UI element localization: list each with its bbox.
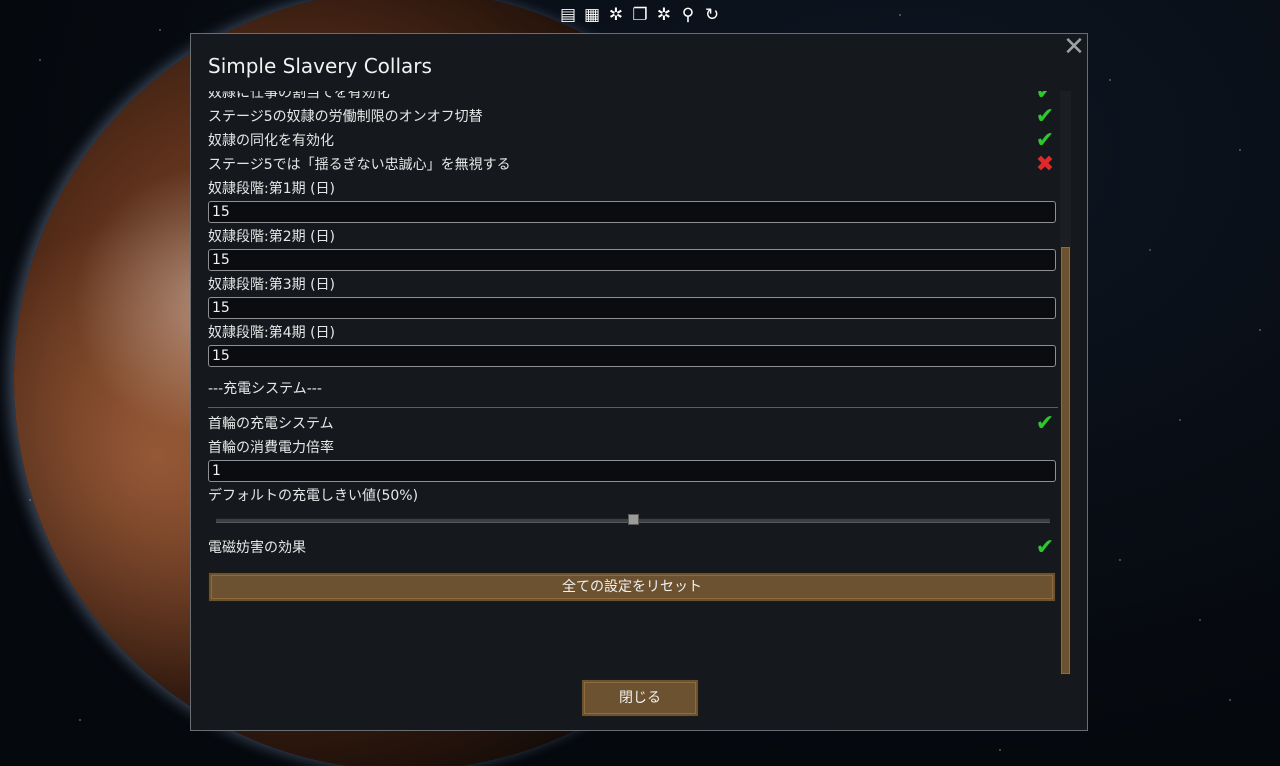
section-divider — [208, 407, 1058, 408]
mod-settings-dialog: ✕ Simple Slavery Collars 奴隷に仕事の割当てを有効化 ✔… — [190, 32, 1088, 731]
list-icon[interactable]: ▤ — [557, 4, 579, 26]
option-label: 電磁妨害の効果 — [208, 540, 306, 556]
option-row-stage5-work-limit[interactable]: ステージ5の奴隷の労働制限のオンオフ切替 ✔ — [208, 105, 1058, 129]
reset-settings-button[interactable]: 全ての設定をリセット — [208, 572, 1056, 602]
puzzle-icon[interactable]: ✲ — [605, 4, 627, 26]
stage3-label: 奴隷段階:第3期 (日) — [208, 277, 335, 293]
stage1-label: 奴隷段階:第1期 (日) — [208, 181, 335, 197]
option-label: 奴隷の同化を有効化 — [208, 133, 334, 149]
option-row-collar-charging[interactable]: 首輪の充電システム ✔ — [208, 412, 1058, 436]
refresh-icon[interactable]: ↻ — [701, 4, 723, 26]
option-label: ステージ5の奴隷の労働制限のオンオフ切替 — [208, 109, 483, 125]
close-button[interactable]: 閉じる — [581, 679, 699, 717]
option-row-assimilation[interactable]: 奴隷の同化を有効化 ✔ — [208, 129, 1058, 153]
stage1-input[interactable]: 15 — [208, 201, 1056, 223]
checkbox-checked-icon[interactable]: ✔ — [1034, 106, 1056, 128]
table-icon[interactable]: ▦ — [581, 4, 603, 26]
stage2-label: 奴隷段階:第2期 (日) — [208, 229, 335, 245]
charge-threshold-slider[interactable] — [208, 508, 1058, 530]
stage2-input[interactable]: 15 — [208, 249, 1056, 271]
settings-scroll-area[interactable]: 奴隷に仕事の割当てを有効化 ✔ ステージ5の奴隷の労働制限のオンオフ切替 ✔ 奴… — [208, 91, 1058, 675]
option-label: 首輪の充電システム — [208, 416, 334, 432]
option-row-ignore-loyalty[interactable]: ステージ5では「揺るぎない忠誠心」を無視する ✖ — [208, 153, 1058, 177]
option-row-enable-work[interactable]: 奴隷に仕事の割当てを有効化 ✔ — [208, 91, 1058, 105]
stage4-label: 奴隷段階:第4期 (日) — [208, 325, 335, 341]
stack-icon[interactable]: ❐ — [629, 4, 651, 26]
power-multiplier-label: 首輪の消費電力倍率 — [208, 440, 334, 456]
top-toolbar: ▤ ▦ ✲ ❐ ✲ ⚲ ↻ — [557, 4, 723, 26]
checkbox-checked-icon[interactable]: ✔ — [1034, 130, 1056, 152]
checkbox-checked-icon[interactable]: ✔ — [1034, 537, 1056, 559]
search-icon[interactable]: ⚲ — [677, 4, 699, 26]
checkbox-checked-icon[interactable]: ✔ — [1034, 91, 1056, 104]
stage3-input[interactable]: 15 — [208, 297, 1056, 319]
option-label: ステージ5では「揺るぎない忠誠心」を無視する — [208, 157, 511, 173]
scrollbar[interactable] — [1060, 91, 1071, 675]
scrollbar-thumb[interactable] — [1060, 246, 1071, 675]
settings-list: 奴隷に仕事の割当てを有効化 ✔ ステージ5の奴隷の労働制限のオンオフ切替 ✔ 奴… — [208, 91, 1058, 602]
checkbox-checked-icon[interactable]: ✔ — [1034, 413, 1056, 435]
dialog-title: Simple Slavery Collars — [208, 54, 432, 78]
puzzle-alt-icon[interactable]: ✲ — [653, 4, 675, 26]
option-label: 奴隷に仕事の割当てを有効化 — [208, 91, 390, 101]
checkbox-unchecked-icon[interactable]: ✖ — [1034, 154, 1056, 176]
slider-handle[interactable] — [627, 514, 639, 525]
option-row-emp[interactable]: 電磁妨害の効果 ✔ — [208, 536, 1058, 560]
charging-section-title: ---充電システム--- — [208, 381, 322, 397]
charge-threshold-label: デフォルトの充電しきい値(50%) — [208, 488, 419, 504]
stage4-input[interactable]: 15 — [208, 345, 1056, 367]
power-multiplier-input[interactable]: 1 — [208, 460, 1056, 482]
close-icon[interactable]: ✕ — [1061, 32, 1087, 62]
